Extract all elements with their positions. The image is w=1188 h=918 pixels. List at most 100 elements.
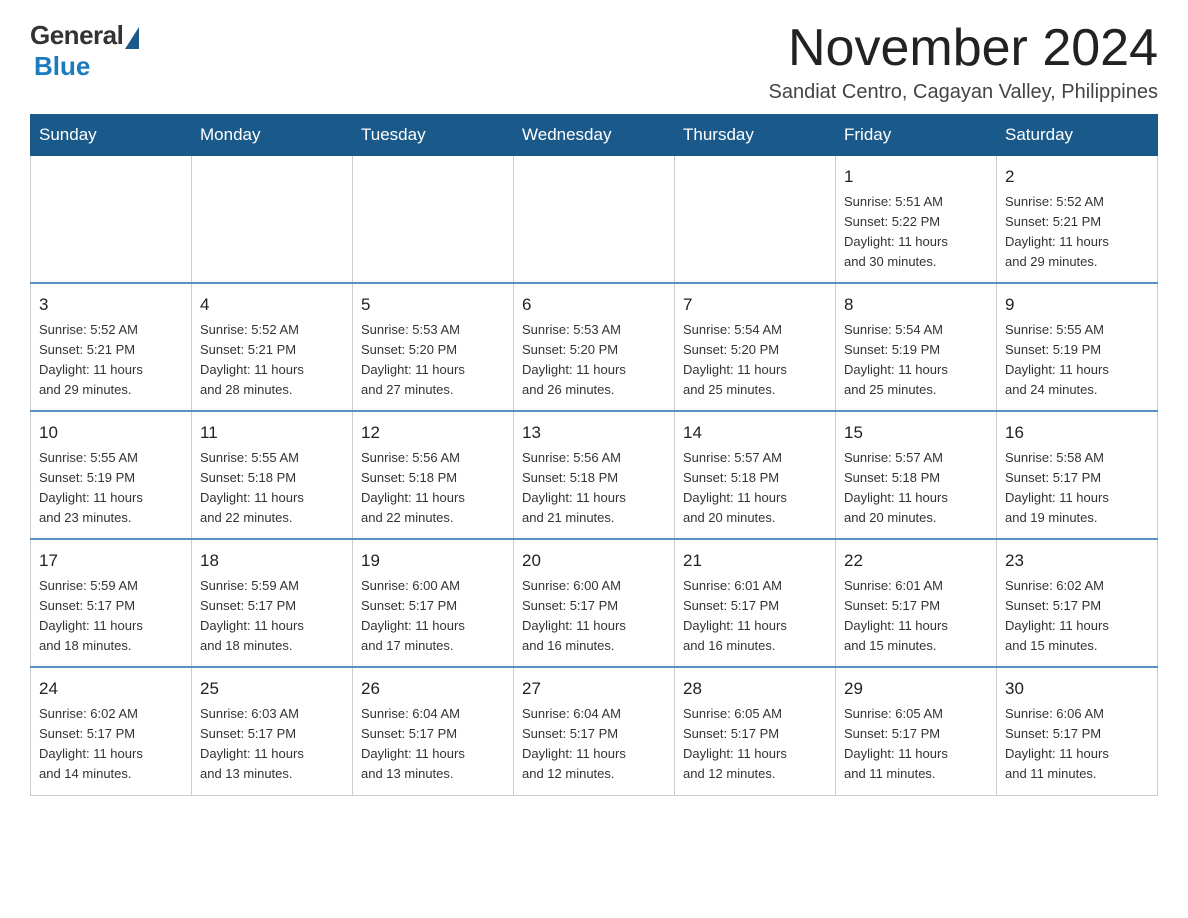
calendar-table: SundayMondayTuesdayWednesdayThursdayFrid… [30, 114, 1158, 795]
day-info: Sunrise: 5:52 AM Sunset: 5:21 PM Dayligh… [200, 320, 344, 401]
day-number: 18 [200, 548, 344, 574]
day-number: 17 [39, 548, 183, 574]
day-info: Sunrise: 5:59 AM Sunset: 5:17 PM Dayligh… [39, 576, 183, 657]
day-number: 14 [683, 420, 827, 446]
day-info: Sunrise: 5:59 AM Sunset: 5:17 PM Dayligh… [200, 576, 344, 657]
logo-blue-text: Blue [34, 51, 90, 82]
calendar-day-cell: 24Sunrise: 6:02 AM Sunset: 5:17 PM Dayli… [31, 667, 192, 795]
day-number: 7 [683, 292, 827, 318]
day-number: 28 [683, 676, 827, 702]
day-number: 19 [361, 548, 505, 574]
calendar-day-cell: 8Sunrise: 5:54 AM Sunset: 5:19 PM Daylig… [836, 283, 997, 411]
day-number: 27 [522, 676, 666, 702]
logo: General Blue [30, 20, 139, 82]
day-number: 26 [361, 676, 505, 702]
calendar-day-cell: 23Sunrise: 6:02 AM Sunset: 5:17 PM Dayli… [997, 539, 1158, 667]
calendar-week-row: 3Sunrise: 5:52 AM Sunset: 5:21 PM Daylig… [31, 283, 1158, 411]
weekday-header-monday: Monday [192, 115, 353, 156]
day-info: Sunrise: 5:55 AM Sunset: 5:19 PM Dayligh… [1005, 320, 1149, 401]
day-info: Sunrise: 5:57 AM Sunset: 5:18 PM Dayligh… [844, 448, 988, 529]
calendar-day-cell: 1Sunrise: 5:51 AM Sunset: 5:22 PM Daylig… [836, 156, 997, 284]
calendar-day-cell [31, 156, 192, 284]
calendar-day-cell: 15Sunrise: 5:57 AM Sunset: 5:18 PM Dayli… [836, 411, 997, 539]
calendar-day-cell: 5Sunrise: 5:53 AM Sunset: 5:20 PM Daylig… [353, 283, 514, 411]
day-number: 25 [200, 676, 344, 702]
calendar-day-cell: 27Sunrise: 6:04 AM Sunset: 5:17 PM Dayli… [514, 667, 675, 795]
day-number: 20 [522, 548, 666, 574]
calendar-day-cell: 18Sunrise: 5:59 AM Sunset: 5:17 PM Dayli… [192, 539, 353, 667]
day-number: 11 [200, 420, 344, 446]
day-number: 13 [522, 420, 666, 446]
day-info: Sunrise: 6:01 AM Sunset: 5:17 PM Dayligh… [683, 576, 827, 657]
calendar-day-cell: 29Sunrise: 6:05 AM Sunset: 5:17 PM Dayli… [836, 667, 997, 795]
day-info: Sunrise: 5:53 AM Sunset: 5:20 PM Dayligh… [522, 320, 666, 401]
weekday-header-thursday: Thursday [675, 115, 836, 156]
day-number: 3 [39, 292, 183, 318]
day-number: 21 [683, 548, 827, 574]
page-header: General Blue November 2024 Sandiat Centr… [30, 20, 1158, 104]
day-info: Sunrise: 6:03 AM Sunset: 5:17 PM Dayligh… [200, 704, 344, 785]
calendar-day-cell: 3Sunrise: 5:52 AM Sunset: 5:21 PM Daylig… [31, 283, 192, 411]
day-info: Sunrise: 5:52 AM Sunset: 5:21 PM Dayligh… [1005, 192, 1149, 273]
calendar-day-cell: 19Sunrise: 6:00 AM Sunset: 5:17 PM Dayli… [353, 539, 514, 667]
day-info: Sunrise: 5:55 AM Sunset: 5:19 PM Dayligh… [39, 448, 183, 529]
calendar-day-cell: 2Sunrise: 5:52 AM Sunset: 5:21 PM Daylig… [997, 156, 1158, 284]
location-subtitle: Sandiat Centro, Cagayan Valley, Philippi… [769, 81, 1159, 104]
calendar-day-cell: 11Sunrise: 5:55 AM Sunset: 5:18 PM Dayli… [192, 411, 353, 539]
calendar-day-cell [514, 156, 675, 284]
day-number: 16 [1005, 420, 1149, 446]
day-number: 29 [844, 676, 988, 702]
day-number: 2 [1005, 164, 1149, 190]
calendar-day-cell: 26Sunrise: 6:04 AM Sunset: 5:17 PM Dayli… [353, 667, 514, 795]
calendar-week-row: 17Sunrise: 5:59 AM Sunset: 5:17 PM Dayli… [31, 539, 1158, 667]
calendar-day-cell: 28Sunrise: 6:05 AM Sunset: 5:17 PM Dayli… [675, 667, 836, 795]
calendar-day-cell: 16Sunrise: 5:58 AM Sunset: 5:17 PM Dayli… [997, 411, 1158, 539]
day-info: Sunrise: 5:55 AM Sunset: 5:18 PM Dayligh… [200, 448, 344, 529]
day-info: Sunrise: 5:57 AM Sunset: 5:18 PM Dayligh… [683, 448, 827, 529]
calendar-day-cell: 10Sunrise: 5:55 AM Sunset: 5:19 PM Dayli… [31, 411, 192, 539]
weekday-header-sunday: Sunday [31, 115, 192, 156]
day-number: 9 [1005, 292, 1149, 318]
calendar-day-cell: 13Sunrise: 5:56 AM Sunset: 5:18 PM Dayli… [514, 411, 675, 539]
day-number: 4 [200, 292, 344, 318]
day-number: 30 [1005, 676, 1149, 702]
calendar-day-cell: 20Sunrise: 6:00 AM Sunset: 5:17 PM Dayli… [514, 539, 675, 667]
calendar-day-cell: 22Sunrise: 6:01 AM Sunset: 5:17 PM Dayli… [836, 539, 997, 667]
day-info: Sunrise: 6:04 AM Sunset: 5:17 PM Dayligh… [361, 704, 505, 785]
day-info: Sunrise: 5:52 AM Sunset: 5:21 PM Dayligh… [39, 320, 183, 401]
day-info: Sunrise: 6:00 AM Sunset: 5:17 PM Dayligh… [522, 576, 666, 657]
day-info: Sunrise: 5:51 AM Sunset: 5:22 PM Dayligh… [844, 192, 988, 273]
day-info: Sunrise: 5:58 AM Sunset: 5:17 PM Dayligh… [1005, 448, 1149, 529]
calendar-week-row: 24Sunrise: 6:02 AM Sunset: 5:17 PM Dayli… [31, 667, 1158, 795]
day-number: 15 [844, 420, 988, 446]
calendar-day-cell: 17Sunrise: 5:59 AM Sunset: 5:17 PM Dayli… [31, 539, 192, 667]
weekday-header-saturday: Saturday [997, 115, 1158, 156]
day-number: 10 [39, 420, 183, 446]
day-info: Sunrise: 6:02 AM Sunset: 5:17 PM Dayligh… [39, 704, 183, 785]
month-year-title: November 2024 [769, 20, 1159, 77]
weekday-header-wednesday: Wednesday [514, 115, 675, 156]
day-info: Sunrise: 5:56 AM Sunset: 5:18 PM Dayligh… [361, 448, 505, 529]
day-info: Sunrise: 6:02 AM Sunset: 5:17 PM Dayligh… [1005, 576, 1149, 657]
day-number: 1 [844, 164, 988, 190]
weekday-header-row: SundayMondayTuesdayWednesdayThursdayFrid… [31, 115, 1158, 156]
calendar-day-cell: 21Sunrise: 6:01 AM Sunset: 5:17 PM Dayli… [675, 539, 836, 667]
day-info: Sunrise: 6:05 AM Sunset: 5:17 PM Dayligh… [683, 704, 827, 785]
weekday-header-friday: Friday [836, 115, 997, 156]
calendar-day-cell: 30Sunrise: 6:06 AM Sunset: 5:17 PM Dayli… [997, 667, 1158, 795]
day-number: 12 [361, 420, 505, 446]
calendar-day-cell: 25Sunrise: 6:03 AM Sunset: 5:17 PM Dayli… [192, 667, 353, 795]
day-number: 23 [1005, 548, 1149, 574]
day-info: Sunrise: 6:04 AM Sunset: 5:17 PM Dayligh… [522, 704, 666, 785]
day-number: 22 [844, 548, 988, 574]
day-info: Sunrise: 6:00 AM Sunset: 5:17 PM Dayligh… [361, 576, 505, 657]
logo-general-text: General [30, 20, 123, 51]
day-number: 24 [39, 676, 183, 702]
day-number: 5 [361, 292, 505, 318]
day-info: Sunrise: 5:56 AM Sunset: 5:18 PM Dayligh… [522, 448, 666, 529]
day-info: Sunrise: 6:06 AM Sunset: 5:17 PM Dayligh… [1005, 704, 1149, 785]
calendar-day-cell [192, 156, 353, 284]
calendar-day-cell: 4Sunrise: 5:52 AM Sunset: 5:21 PM Daylig… [192, 283, 353, 411]
day-number: 6 [522, 292, 666, 318]
title-block: November 2024 Sandiat Centro, Cagayan Va… [769, 20, 1159, 104]
